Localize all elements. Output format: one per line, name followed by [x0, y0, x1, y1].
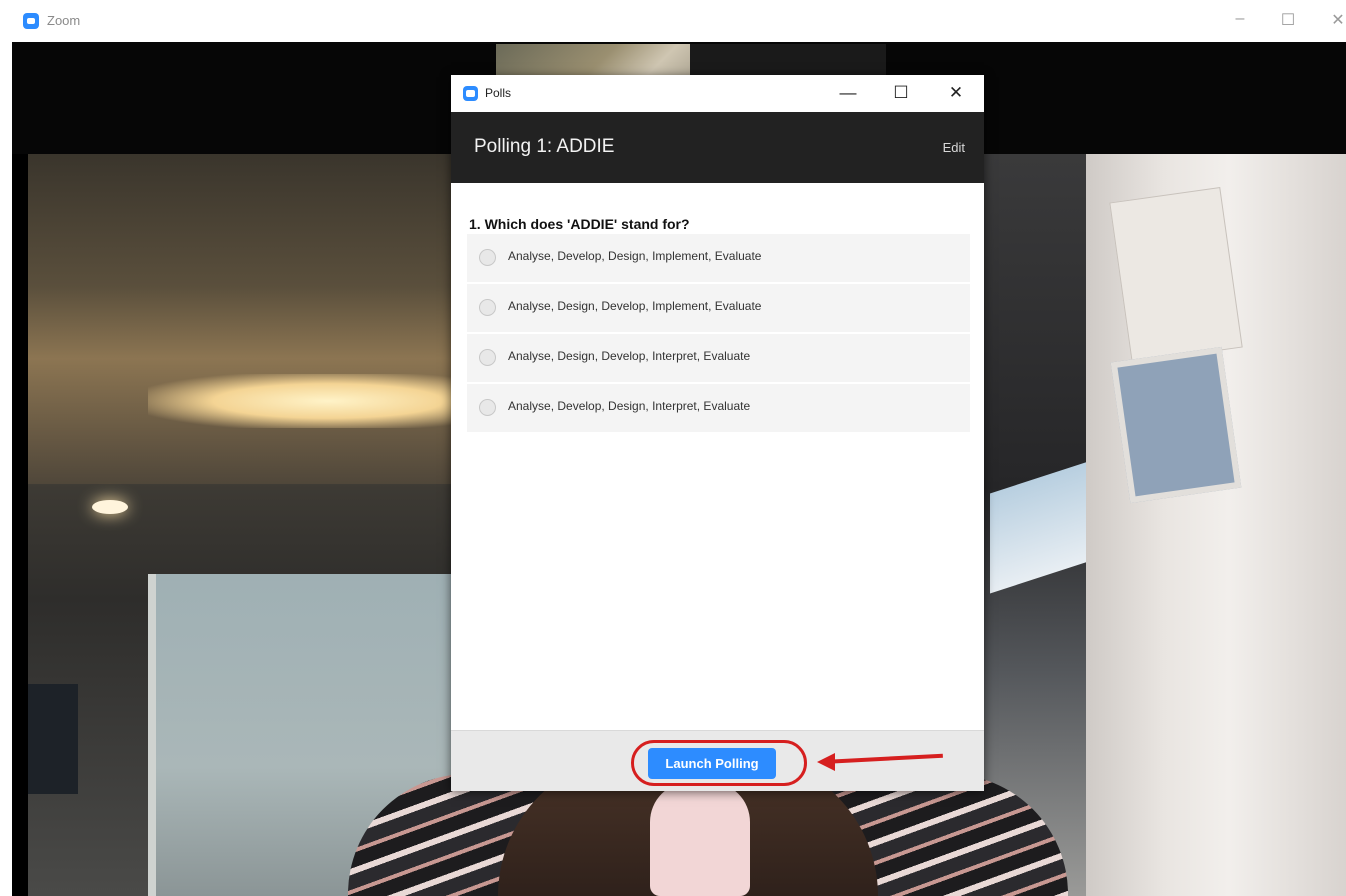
radio-button[interactable] — [479, 249, 496, 266]
participant-person — [650, 782, 750, 896]
video-background — [1110, 346, 1242, 504]
poll-option-label: Analyse, Develop, Design, Interpret, Eva… — [508, 399, 751, 413]
maximize-button[interactable]: ☐ — [1276, 10, 1300, 30]
minimize-button[interactable]: – — [1228, 10, 1252, 28]
video-background — [28, 154, 498, 484]
poll-options-list: Analyse, Develop, Design, Implement, Eva… — [467, 234, 970, 434]
edit-poll-link[interactable]: Edit — [943, 140, 965, 155]
poll-option[interactable]: Analyse, Design, Develop, Implement, Eva… — [467, 284, 970, 332]
poll-option[interactable]: Analyse, Develop, Design, Interpret, Eva… — [467, 384, 970, 432]
polls-close-button[interactable]: ✕ — [941, 81, 971, 105]
poll-question: 1. Which does 'ADDIE' stand for? — [469, 216, 690, 232]
poll-title: Polling 1: ADDIE — [474, 136, 615, 157]
annotation-arrow-head-icon — [817, 753, 835, 771]
poll-option-label: Analyse, Develop, Design, Implement, Eva… — [508, 249, 762, 263]
poll-option[interactable]: Analyse, Develop, Design, Implement, Eva… — [467, 234, 970, 282]
polls-dialog: Polls — ☐ ✕ Polling 1: ADDIE Edit 1. Whi… — [451, 75, 984, 791]
zoom-logo-icon — [23, 13, 39, 29]
launch-polling-button[interactable]: Launch Polling — [648, 748, 776, 779]
poll-header: Polling 1: ADDIE Edit — [451, 112, 984, 183]
polls-minimize-button[interactable]: — — [833, 81, 863, 105]
polls-window-title: Polls — [485, 86, 512, 100]
polls-titlebar[interactable]: Polls — ☐ ✕ — [451, 75, 984, 112]
poll-option-label: Analyse, Design, Develop, Interpret, Eva… — [508, 349, 751, 363]
radio-button[interactable] — [479, 299, 496, 316]
radio-button[interactable] — [479, 399, 496, 416]
polls-maximize-button[interactable]: ☐ — [886, 81, 916, 105]
annotation-arrow — [822, 753, 943, 764]
polls-footer: Launch Polling — [451, 730, 984, 791]
video-background — [28, 684, 78, 794]
video-background — [1109, 186, 1243, 364]
radio-button[interactable] — [479, 349, 496, 366]
poll-option[interactable]: Analyse, Design, Develop, Interpret, Eva… — [467, 334, 970, 382]
video-background — [92, 500, 128, 514]
poll-option-label: Analyse, Design, Develop, Implement, Eva… — [508, 299, 762, 313]
zoom-titlebar: Zoom – ☐ ✕ — [0, 0, 1346, 42]
window-title: Zoom — [47, 13, 81, 28]
close-button[interactable]: ✕ — [1326, 10, 1346, 30]
zoom-logo-icon — [463, 86, 478, 101]
